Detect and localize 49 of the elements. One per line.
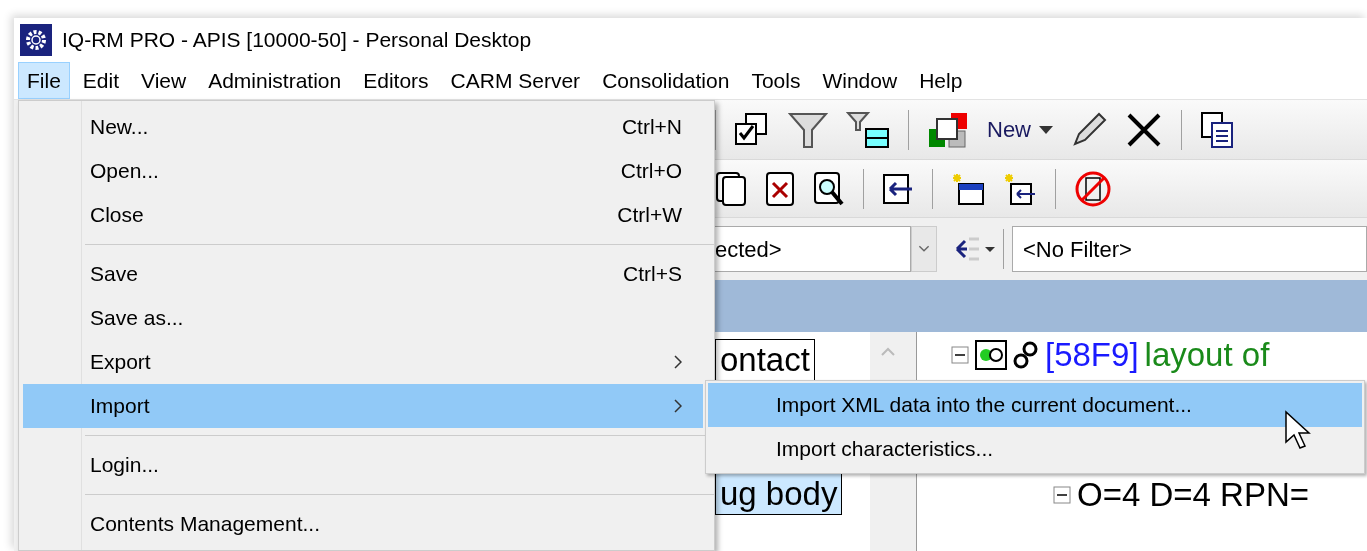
filter-icon[interactable] — [788, 110, 828, 149]
caret-icon[interactable] — [1039, 125, 1053, 134]
checklist-icon[interactable] — [734, 111, 770, 148]
menu-item[interactable]: Save Ctrl+S — [23, 252, 703, 296]
project-dropdown[interactable]: ected> — [715, 226, 911, 272]
node-id[interactable]: [58F9] — [1045, 338, 1139, 373]
new-insert-icon[interactable] — [1003, 171, 1037, 206]
clipboard-icon[interactable] — [715, 170, 747, 207]
menu-item[interactable]: Import — [23, 384, 703, 428]
node-text: O=4 D=4 RPN= — [1077, 477, 1310, 513]
menu-item[interactable]: Save as... — [23, 296, 703, 340]
clipboard-delete-icon[interactable] — [765, 170, 795, 207]
app-icon — [20, 24, 52, 56]
menu-item[interactable]: Editors — [354, 61, 438, 100]
new-window-icon[interactable] — [951, 171, 985, 206]
menu-item[interactable]: Import XML data into the current document... — [708, 383, 1362, 427]
menu-item[interactable]: Window — [813, 61, 907, 100]
menu-item[interactable]: New... Ctrl+N — [23, 105, 703, 149]
menu-item[interactable]: Export — [23, 340, 703, 384]
menu-item[interactable]: Help — [910, 61, 972, 100]
menu-item[interactable]: Administration — [199, 61, 351, 100]
prohibited-icon[interactable] — [1074, 169, 1112, 208]
menu-item[interactable]: Tools — [742, 61, 810, 100]
collapse-icon[interactable] — [951, 346, 969, 365]
window-title: IQ-RM PRO - APIS [10000-50] - Personal Desktop — [62, 27, 532, 54]
menu-item[interactable]: Login... — [23, 443, 703, 487]
filter-dropdown[interactable]: <No Filter> — [1012, 226, 1367, 272]
bug-icon — [975, 340, 1007, 371]
new-dropdown-button[interactable]: New — [987, 113, 1053, 146]
menu-item[interactable]: Open... Ctrl+O — [23, 149, 703, 193]
pointer-icon — [1284, 410, 1312, 450]
menu-item[interactable]: Close Ctrl+W — [23, 193, 703, 237]
menu-item[interactable]: Consolidation — [593, 61, 739, 100]
pencil-icon[interactable] — [1071, 111, 1107, 148]
menu-item[interactable]: CARM Server — [441, 61, 590, 100]
new-item-icon[interactable] — [927, 110, 969, 149]
menu-item[interactable]: Contents Management... — [23, 502, 703, 546]
menu-item[interactable]: File — [18, 61, 70, 100]
menu-item[interactable]: View — [132, 61, 196, 100]
node-text: layout of — [1144, 338, 1270, 373]
list-item[interactable]: ug body — [715, 473, 843, 515]
arrow-left-box-icon[interactable] — [882, 172, 914, 205]
menu-item[interactable]: Import characteristics... — [708, 427, 1362, 471]
filter-list-icon[interactable] — [846, 110, 890, 149]
copy-icon[interactable] — [1200, 110, 1236, 149]
gears-icon — [1013, 341, 1039, 370]
collapse-icon[interactable] — [1053, 485, 1071, 504]
menu-item[interactable]: Edit — [73, 61, 129, 100]
clipboard-search-icon[interactable] — [813, 170, 845, 207]
